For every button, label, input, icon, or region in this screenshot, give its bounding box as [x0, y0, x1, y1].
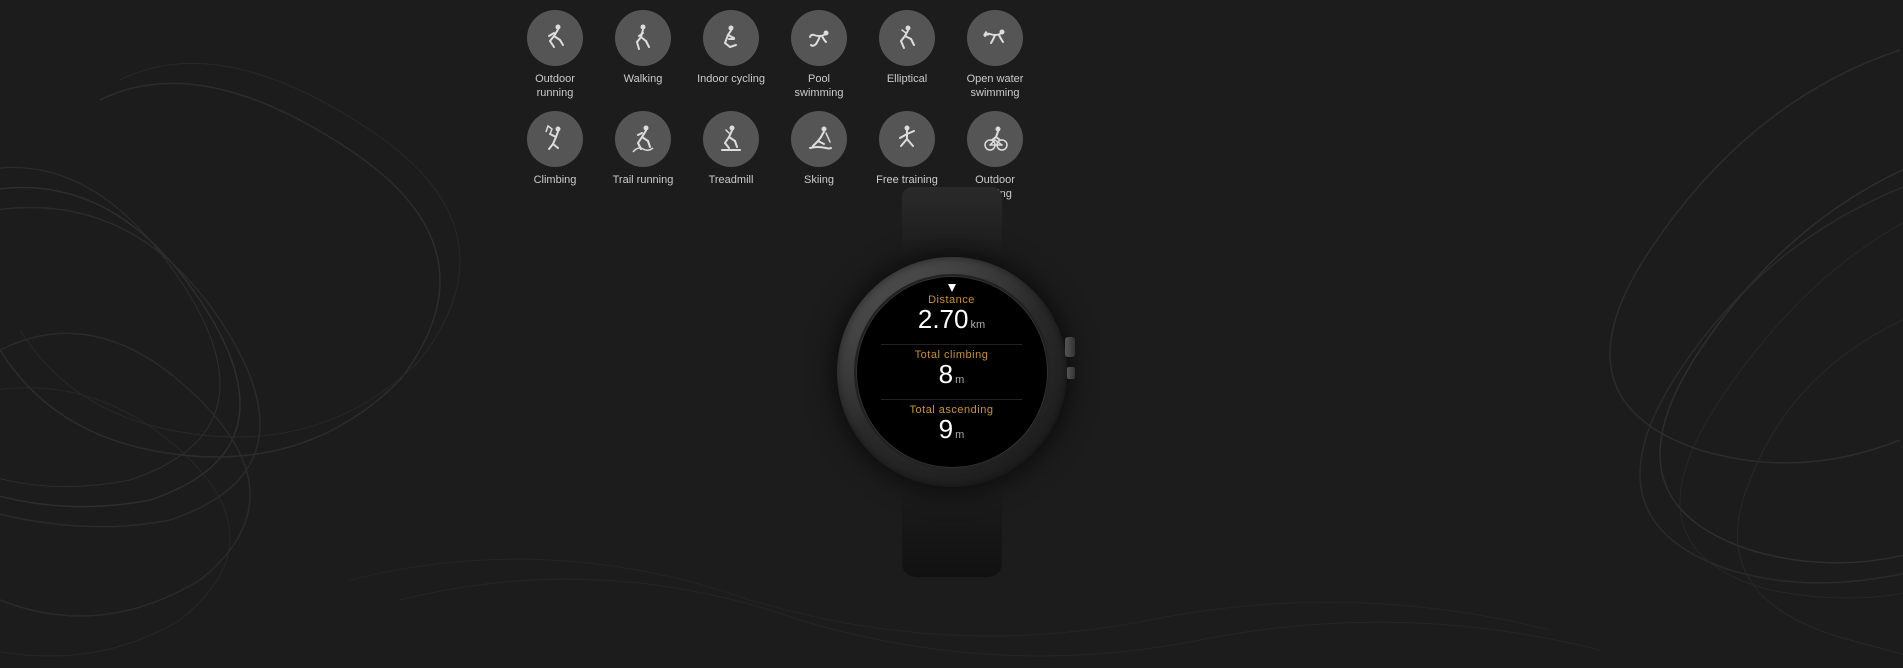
pool-swimming-label: Pool swimming	[784, 72, 854, 101]
elliptical-icon-circle	[879, 10, 935, 66]
watch-metric-distance: Distance 2.70km	[864, 294, 1040, 332]
indoor-cycling-icon	[716, 23, 746, 53]
walking-icon-circle	[615, 10, 671, 66]
activity-indoor-cycling[interactable]: Indoor cycling	[696, 10, 766, 101]
divider-1	[881, 344, 1022, 345]
activity-climbing[interactable]: Climbing	[520, 111, 590, 202]
skiing-icon-circle	[791, 111, 847, 167]
climbing-label: Climbing	[534, 173, 577, 187]
divider-2	[881, 399, 1022, 400]
trail-running-label: Trail running	[613, 173, 674, 187]
ascending-number: 9	[939, 414, 953, 444]
elliptical-icon	[892, 23, 922, 53]
watch-face: Distance 2.70km Total climbing 8m	[854, 274, 1050, 470]
open-water-swimming-label: Open water swimming	[960, 72, 1030, 101]
activity-treadmill[interactable]: Treadmill	[696, 111, 766, 202]
watch-band-top	[902, 187, 1002, 257]
distance-number: 2.70	[918, 304, 969, 334]
walking-icon	[628, 23, 658, 53]
elliptical-label: Elliptical	[887, 72, 927, 86]
watch-band-bottom	[902, 487, 1002, 577]
activity-outdoor-running[interactable]: Outdoor running	[520, 10, 590, 101]
trail-running-icon	[628, 124, 658, 154]
watch-outer-ring: Distance 2.70km Total climbing 8m	[837, 257, 1067, 487]
outdoor-cycling-icon-circle	[967, 111, 1023, 167]
outdoor-running-label: Outdoor running	[520, 72, 590, 101]
treadmill-label: Treadmill	[709, 173, 754, 187]
activity-row-1: Outdoor running Walking	[520, 10, 1040, 101]
total-ascending-value: 9m	[864, 416, 1040, 442]
ascending-unit: m	[955, 429, 964, 441]
activity-elliptical[interactable]: Elliptical	[872, 10, 942, 101]
climbing-number: 8	[939, 359, 953, 389]
indoor-cycling-label: Indoor cycling	[697, 72, 765, 86]
free-training-label: Free training	[876, 173, 938, 187]
watch-data: Distance 2.70km Total climbing 8m	[856, 286, 1048, 458]
treadmill-icon	[716, 124, 746, 154]
treadmill-icon-circle	[703, 111, 759, 167]
total-ascending-label: Total ascending	[864, 404, 1040, 416]
free-training-icon	[892, 124, 922, 154]
activities-section: Outdoor running Walking	[520, 10, 1040, 211]
distance-unit: km	[970, 319, 985, 331]
total-climbing-value: 8m	[864, 361, 1040, 387]
total-climbing-label: Total climbing	[864, 349, 1040, 361]
open-water-swimming-icon	[980, 23, 1010, 53]
climbing-unit: m	[955, 374, 964, 386]
open-water-swimming-icon-circle	[967, 10, 1023, 66]
trail-running-icon-circle	[615, 111, 671, 167]
climbing-icon-circle	[527, 111, 583, 167]
free-training-icon-circle	[879, 111, 935, 167]
watch-metric-total-ascending: Total ascending 9m	[864, 404, 1040, 442]
main-content: Outdoor running Walking	[0, 0, 1903, 668]
watch-metric-total-climbing: Total climbing 8m	[864, 349, 1040, 387]
distance-value: 2.70km	[864, 306, 1040, 332]
outdoor-running-icon	[540, 23, 570, 53]
watch-crown-bottom	[1067, 367, 1075, 379]
skiing-label: Skiing	[804, 173, 834, 187]
watch-body: Distance 2.70km Total climbing 8m	[837, 257, 1067, 487]
watch-container: Distance 2.70km Total climbing 8m	[812, 187, 1092, 607]
climbing-icon	[540, 124, 570, 154]
skiing-icon	[804, 124, 834, 154]
outdoor-cycling-icon	[980, 124, 1010, 154]
indoor-cycling-icon-circle	[703, 10, 759, 66]
activity-pool-swimming[interactable]: Pool swimming	[784, 10, 854, 101]
watch-crown-top	[1065, 337, 1075, 357]
outdoor-running-icon-circle	[527, 10, 583, 66]
distance-label: Distance	[864, 294, 1040, 306]
activity-trail-running[interactable]: Trail running	[608, 111, 678, 202]
pool-swimming-icon	[804, 23, 834, 53]
activity-walking[interactable]: Walking	[608, 10, 678, 101]
pool-swimming-icon-circle	[791, 10, 847, 66]
walking-label: Walking	[624, 72, 663, 86]
watch-top-indicator	[948, 284, 956, 292]
activity-open-water-swimming[interactable]: Open water swimming	[960, 10, 1030, 101]
